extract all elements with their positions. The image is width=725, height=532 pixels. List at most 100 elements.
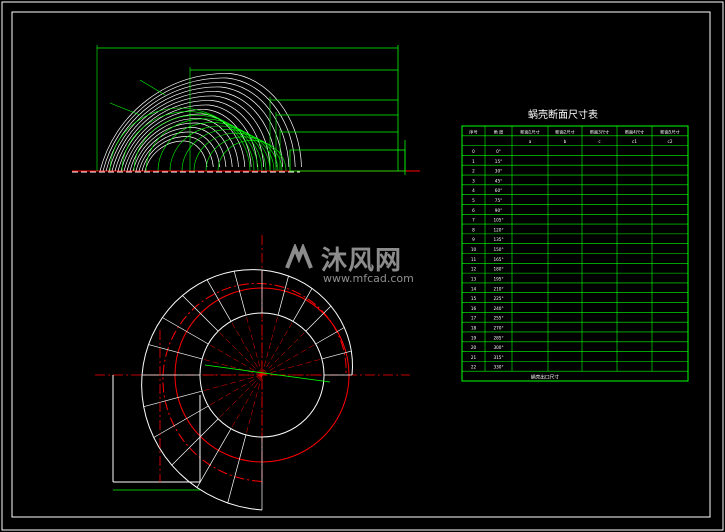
volute-plan-view bbox=[95, 235, 410, 511]
radial-centerline bbox=[208, 343, 263, 376]
table-header-cell: 序号 bbox=[469, 128, 477, 135]
outlet-box bbox=[289, 149, 406, 172]
radial-centerline bbox=[202, 374, 263, 392]
table-cell: 105° bbox=[493, 218, 503, 223]
table-cell: 4 bbox=[472, 188, 475, 193]
table-cell: 2 bbox=[472, 169, 475, 174]
table-title: 蜗壳断面尺寸表 bbox=[528, 110, 598, 121]
inner-frame bbox=[11, 11, 711, 518]
section-line bbox=[171, 418, 219, 466]
table-cell: 16 bbox=[471, 306, 477, 311]
table-cell: 3 bbox=[472, 178, 475, 183]
table-cell: 14 bbox=[471, 286, 477, 291]
table-cell: 315° bbox=[493, 355, 503, 360]
leader-line bbox=[139, 79, 166, 96]
radial-centerline bbox=[208, 374, 263, 407]
elevation-profile-arc bbox=[138, 131, 220, 172]
table-cell: 90° bbox=[495, 208, 502, 213]
table-cell: 0° bbox=[496, 149, 501, 154]
table-cell: 285° bbox=[493, 335, 503, 340]
table-cell: 240° bbox=[493, 306, 503, 311]
section-line bbox=[143, 390, 203, 408]
radial-centerline bbox=[230, 374, 263, 429]
table-cell: 180° bbox=[493, 267, 503, 272]
table-subheader-cell: c bbox=[598, 139, 601, 144]
table-cell: 9 bbox=[472, 237, 475, 242]
table-subheader-cell: b bbox=[564, 139, 567, 144]
table-cell: 6 bbox=[472, 208, 475, 213]
table-cell: 15 bbox=[471, 296, 477, 301]
radial-centerline bbox=[217, 374, 263, 420]
radial-centerline bbox=[261, 358, 322, 376]
table-cell: 17 bbox=[471, 316, 477, 321]
section-line bbox=[148, 344, 203, 360]
leader-line bbox=[109, 102, 141, 116]
radial-centerline bbox=[202, 358, 263, 376]
table-cell: 10 bbox=[471, 247, 477, 252]
radial-centerline bbox=[217, 330, 263, 376]
table-cell: 11 bbox=[471, 257, 477, 262]
table-cell: 18 bbox=[471, 326, 477, 331]
table-cell: 120° bbox=[493, 227, 503, 232]
table-cell: 75° bbox=[495, 198, 502, 203]
elevation-profile-arc bbox=[129, 118, 239, 172]
table-cell: 270° bbox=[493, 326, 503, 331]
table-header-cell: 断面5尺寸 bbox=[660, 128, 679, 135]
table-header-cell: 断面4尺寸 bbox=[625, 128, 644, 135]
section-line bbox=[233, 271, 247, 316]
outer-frame bbox=[1, 1, 724, 531]
table-subheader-cell: a bbox=[529, 139, 532, 144]
table-cell: 255° bbox=[493, 316, 503, 321]
table-cell: 20 bbox=[471, 345, 477, 350]
radial-centerline bbox=[261, 330, 307, 376]
table-cell: 1 bbox=[472, 159, 475, 164]
table-cell: 150° bbox=[493, 247, 503, 252]
section-line bbox=[206, 279, 232, 322]
radial-centerline bbox=[261, 315, 279, 376]
table-cell: 210° bbox=[493, 286, 503, 291]
table-cell: 165° bbox=[493, 257, 503, 262]
table-cell: 300° bbox=[493, 345, 503, 350]
table-cell: 13 bbox=[471, 276, 477, 281]
table-subheader-cell: c2 bbox=[668, 139, 673, 144]
section-line bbox=[162, 317, 209, 345]
section-line bbox=[182, 295, 219, 332]
elevation-profile-arc bbox=[105, 82, 290, 172]
table-cell: 0 bbox=[472, 149, 475, 154]
cad-drawing-sheet: 序号 角 度 断面1尺寸 断面2尺寸 断面3尺寸 断面4尺寸 断面5尺寸 a b c c1 c2 0 0°… bbox=[1, 1, 724, 531]
table-cell: 5 bbox=[472, 198, 475, 203]
radial-centerline bbox=[230, 321, 263, 376]
table-cell: 225° bbox=[493, 296, 503, 301]
table-cell: 8 bbox=[472, 227, 475, 232]
radial-centerline bbox=[245, 374, 263, 435]
table-cell: 12 bbox=[471, 267, 477, 272]
table-cell: 45° bbox=[495, 178, 502, 183]
table-cell: 135° bbox=[493, 237, 503, 242]
table-cell: 330° bbox=[493, 365, 503, 370]
section-line bbox=[292, 288, 313, 322]
radial-centerline bbox=[245, 315, 263, 376]
table-cell: 22 bbox=[471, 365, 477, 370]
table-cell: 19 bbox=[471, 335, 477, 340]
section-line bbox=[277, 275, 289, 316]
section-line bbox=[305, 305, 332, 332]
section-dimension-table: 序号 角 度 断面1尺寸 断面2尺寸 断面3尺寸 断面4尺寸 断面5尺寸 a b c c1 c2 0 0°… bbox=[461, 125, 689, 382]
table-cell: 21 bbox=[471, 355, 477, 360]
radius-dimension bbox=[204, 364, 331, 383]
table-footer: 蜗壳出口尺寸 bbox=[531, 374, 559, 381]
table-cell: 195° bbox=[493, 276, 503, 281]
section-line bbox=[227, 434, 247, 504]
table-cell: 15° bbox=[495, 159, 502, 164]
radial-centerline bbox=[261, 321, 294, 376]
table-cell: 30° bbox=[495, 169, 502, 174]
radial-centerline bbox=[261, 343, 316, 376]
elevation-profile-arc bbox=[111, 91, 277, 172]
elevation-view bbox=[72, 45, 420, 175]
table-header-cell: 断面2尺寸 bbox=[555, 128, 574, 135]
table-header-cell: 断面1尺寸 bbox=[520, 128, 539, 135]
table-cell: 7 bbox=[472, 218, 475, 223]
table-header-cell: 断面3尺寸 bbox=[590, 128, 609, 135]
table-subheader-cell: c1 bbox=[632, 139, 637, 144]
table-cell: 60° bbox=[495, 188, 502, 193]
table-header-cell: 角 度 bbox=[494, 128, 505, 135]
